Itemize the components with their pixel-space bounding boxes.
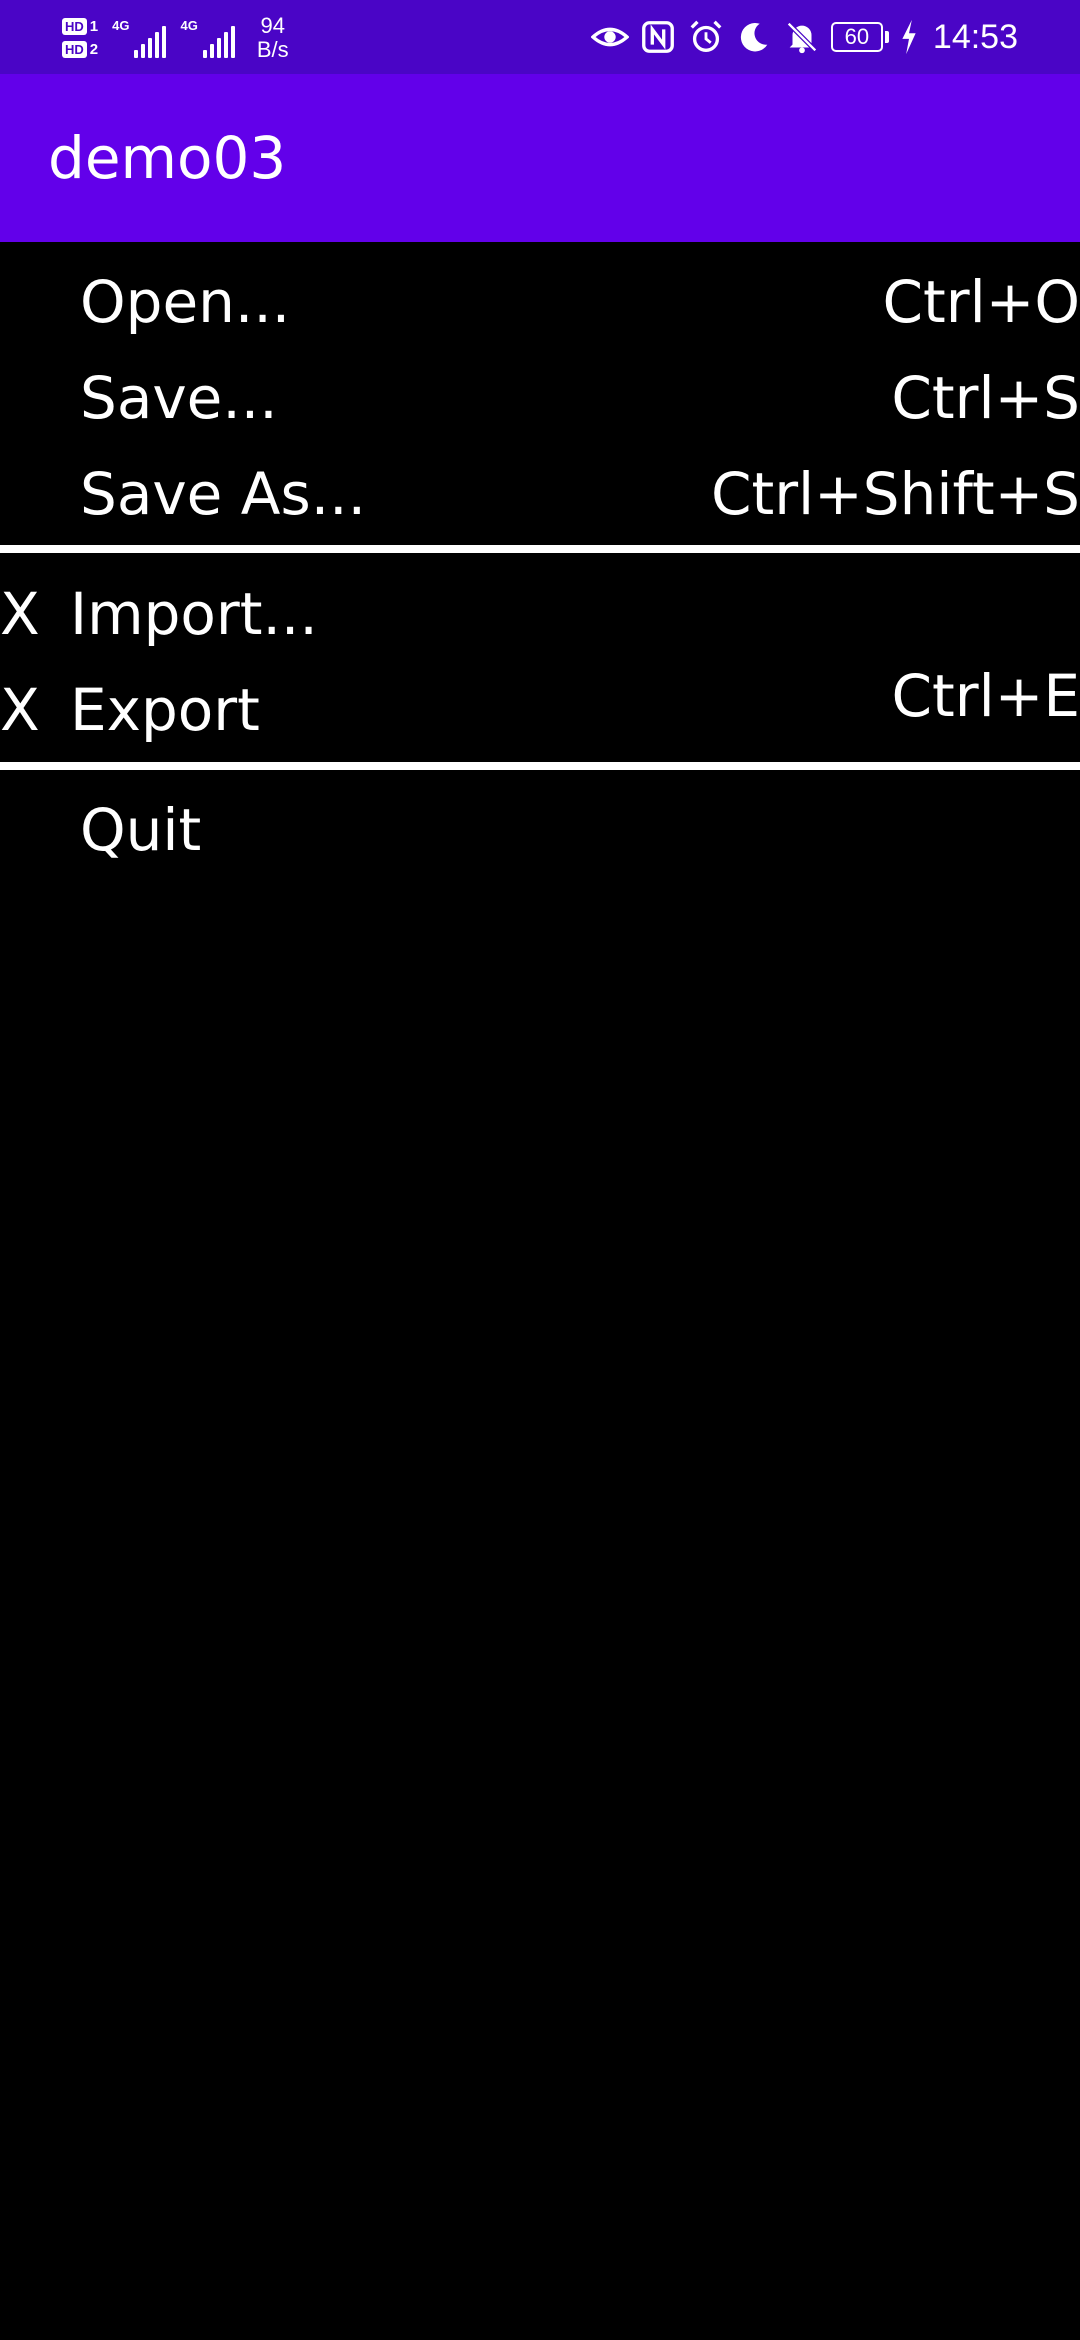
hd2-indicator: HD 2 [62,41,98,58]
status-bar: HD 1 HD 2 4G 4G 94 B/s 60 14:53 [0,0,1080,74]
signal1-label: 4G [112,18,130,33]
menu-item-label: Import... [70,580,318,648]
menu-item-label: Open... [80,268,291,336]
hd1-indicator: HD 1 [62,18,98,35]
menu-item-label: Export [70,676,260,744]
signal-sim2: 4G [180,18,235,58]
menu-item-save-as[interactable]: Save As... Ctrl+Shift+S [0,446,1080,542]
charging-icon [902,19,916,55]
moon-icon [740,22,768,52]
signal-bars-icon [134,26,167,58]
bell-off-icon [786,22,817,54]
hd-indicators: HD 1 HD 2 [62,18,98,58]
menu-item-open[interactable]: Open... Ctrl+O [0,254,1080,350]
menu-item-check: X [0,580,40,648]
menu-item-export[interactable]: X Export Ctrl+E [0,662,1080,758]
hd2-label: HD [62,41,87,58]
signal2-label: 4G [180,18,198,33]
nfc-icon [641,21,674,53]
status-bar-left: HD 1 HD 2 4G 4G 94 B/s [62,8,289,68]
menu-item-shortcut: Ctrl+Shift+S [710,460,1080,528]
hd1-number: 1 [89,18,99,35]
menu-item-save[interactable]: Save... Ctrl+S [0,350,1080,446]
status-bar-right: 60 14:53 [590,0,1018,74]
eye-icon [590,27,629,47]
net-speed-value: 94 [260,13,285,38]
battery-tip [884,31,889,43]
menu-item-label: Quit [80,796,202,864]
menu-divider [0,762,1080,770]
app-bar: demo03 [0,74,1080,242]
signal-sim1: 4G [112,18,167,58]
app-title: demo03 [48,124,287,192]
alarm-icon [690,20,722,52]
hd2-number: 2 [89,41,99,58]
menu-item-shortcut: Ctrl+E [891,662,1080,730]
network-speed: 94 B/s [257,14,289,62]
menu-item-quit[interactable]: Quit [0,782,1080,878]
battery-level: 60 [830,22,883,52]
battery-icon: 60 [830,22,889,52]
menu-divider [0,545,1080,553]
menu-item-shortcut: Ctrl+O [882,268,1080,336]
net-speed-unit: B/s [256,37,289,62]
menu-item-label: Save... [80,364,278,432]
menu-item-shortcut: Ctrl+S [891,364,1080,432]
menu-item-label: Save As... [80,460,367,528]
menu-item-check: X [0,676,40,744]
signal-bars-icon [202,26,235,58]
hd1-label: HD [62,18,87,35]
clock: 14:53 [932,17,1018,56]
